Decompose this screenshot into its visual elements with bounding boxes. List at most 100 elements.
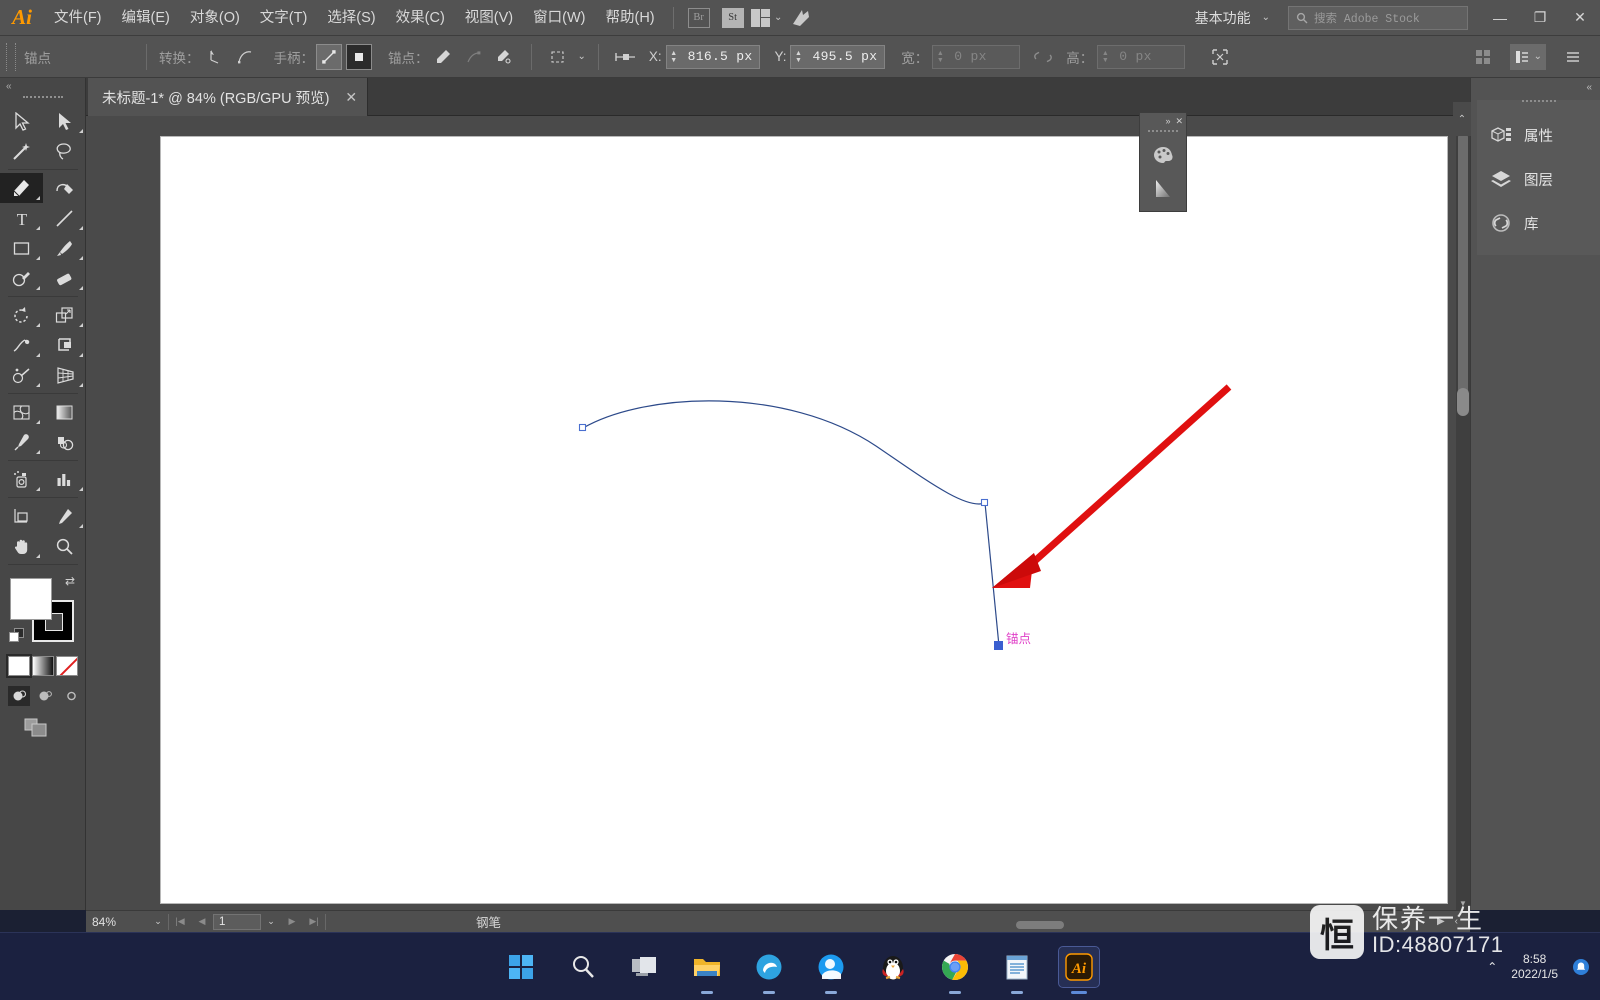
tray-clock[interactable]: 8:58 2022/1/5 — [1511, 952, 1558, 982]
menu-edit[interactable]: 编辑(E) — [112, 0, 180, 36]
canvas-horizontal-scrollbar[interactable] — [1016, 921, 1064, 929]
scale-tool[interactable] — [43, 300, 86, 330]
tools-expand-icon[interactable]: « — [6, 81, 12, 92]
close-icon[interactable]: ✕ — [345, 89, 357, 106]
bridge-button[interactable]: Br — [685, 6, 713, 30]
paintbrush-tool[interactable] — [43, 233, 86, 263]
shaper-tool[interactable] — [0, 263, 43, 293]
curvature-tool[interactable] — [43, 173, 86, 203]
type-tool[interactable]: T — [0, 203, 43, 233]
blend-tool[interactable] — [43, 427, 86, 457]
align-to-pixel-button[interactable] — [613, 44, 639, 70]
convert-to-corner-button[interactable] — [202, 44, 228, 70]
zoom-tool[interactable] — [43, 531, 86, 561]
y-input[interactable]: ▲ ▼ 495.5 px — [790, 44, 886, 69]
zoom-dropdown-icon[interactable]: ⌄ — [148, 916, 168, 927]
menu-help[interactable]: 帮助(H) — [595, 0, 664, 36]
qq-button[interactable] — [873, 947, 913, 987]
arrange-documents-button[interactable]: ⌄ — [750, 6, 782, 30]
stock-search-input[interactable]: 搜索 Adobe Stock — [1288, 5, 1468, 30]
file-explorer-button[interactable] — [687, 947, 727, 994]
panel-layers[interactable]: 图层 — [1477, 157, 1600, 201]
artboard-dropdown-icon[interactable]: ⌄ — [261, 916, 281, 927]
show-handles-button[interactable] — [316, 43, 342, 70]
perspective-grid-tool[interactable] — [43, 360, 86, 390]
tools-panel-header[interactable]: « — [0, 78, 85, 94]
notepad-button[interactable] — [997, 947, 1037, 994]
panel-expand-button[interactable]: ⌃ — [1453, 102, 1471, 136]
spinner-icon[interactable]: ▲ ▼ — [667, 50, 681, 64]
mesh-tool[interactable] — [0, 397, 43, 427]
chevron-down-icon[interactable]: ⌄ — [578, 51, 586, 62]
status-overflow-icon[interactable]: ‹ — [1455, 916, 1458, 927]
scroll-down-icon[interactable]: ▼ — [1456, 896, 1470, 910]
gradient-tool[interactable] — [43, 397, 86, 427]
remove-anchor-button[interactable] — [431, 44, 457, 70]
full-screen-menubar-mode-button[interactable] — [34, 686, 56, 706]
arrange-button[interactable]: ⌄ — [1509, 43, 1546, 70]
current-tool-label[interactable]: 钢笔 — [476, 912, 501, 931]
column-graph-tool[interactable] — [43, 464, 86, 494]
control-bar-grip[interactable] — [6, 42, 16, 71]
color-panel-button[interactable] — [1140, 138, 1186, 172]
x-input[interactable]: ▲ ▼ 816.5 px — [665, 44, 761, 69]
scroll-thumb[interactable] — [1458, 132, 1468, 412]
last-artboard-button[interactable]: ▶| — [303, 916, 325, 927]
width-tool[interactable] — [0, 330, 43, 360]
menu-file[interactable]: 文件(F) — [44, 0, 112, 36]
connect-anchor-button[interactable] — [461, 44, 487, 70]
eyedropper-tool[interactable] — [0, 427, 43, 457]
rectangle-tool[interactable] — [0, 233, 43, 263]
canvas-area[interactable]: 锚点 ▲ ▼ — [86, 116, 1470, 910]
window-close-button[interactable]: ✕ — [1560, 0, 1600, 36]
status-play-icon[interactable]: ▶ — [1437, 916, 1445, 927]
panel-menu-button[interactable] — [1560, 44, 1586, 70]
tray-expand-icon[interactable]: ⌃ — [1487, 960, 1497, 974]
cut-path-button[interactable] — [491, 44, 517, 70]
scroll-marker[interactable] — [1457, 388, 1469, 416]
grid-button[interactable] — [1470, 44, 1496, 70]
task-view-button[interactable] — [625, 947, 665, 987]
mini-panel-grip[interactable] — [1148, 130, 1178, 135]
full-screen-mode-button[interactable] — [60, 686, 82, 706]
selection-tool[interactable] — [0, 106, 43, 136]
slice-tool[interactable] — [43, 501, 86, 531]
window-restore-button[interactable]: ❐ — [1520, 0, 1560, 36]
direct-selection-tool[interactable] — [43, 106, 86, 136]
rotate-tool[interactable] — [0, 300, 43, 330]
window-minimize-button[interactable]: — — [1480, 0, 1520, 36]
artboard-tool[interactable] — [0, 501, 43, 531]
mini-panel-collapse-icon[interactable]: » — [1165, 116, 1170, 126]
next-artboard-button[interactable]: ▶ — [281, 916, 303, 927]
mini-panel-close-icon[interactable]: ✕ — [1175, 116, 1183, 127]
artboard[interactable] — [160, 136, 1448, 904]
none-mode-button[interactable] — [56, 656, 78, 676]
start-button[interactable] — [501, 947, 541, 987]
workspace-switcher[interactable]: 基本功能 ⌄ — [1185, 8, 1280, 28]
magic-wand-tool[interactable] — [0, 136, 43, 166]
stock-button[interactable]: St — [719, 6, 747, 30]
color-mode-button[interactable] — [6, 654, 32, 678]
menu-effect[interactable]: 效果(C) — [386, 0, 455, 36]
hide-handles-button[interactable] — [346, 43, 372, 70]
gradient-panel-button[interactable] — [1140, 172, 1186, 206]
free-transform-tool[interactable] — [43, 330, 86, 360]
canvas-vertical-scrollbar[interactable]: ▲ ▼ — [1456, 116, 1470, 910]
line-segment-tool[interactable] — [43, 203, 86, 233]
menu-window[interactable]: 窗口(W) — [523, 0, 595, 36]
zoom-level-input[interactable]: 84% — [86, 915, 148, 929]
menu-view[interactable]: 视图(V) — [455, 0, 523, 36]
fill-swatch[interactable] — [10, 578, 52, 620]
right-dock-collapse-icon[interactable]: « — [1586, 82, 1592, 93]
first-artboard-button[interactable]: |◀ — [169, 916, 191, 927]
symbol-sprayer-tool[interactable] — [0, 464, 43, 494]
right-dock-grip[interactable] — [1522, 100, 1556, 107]
convert-to-smooth-button[interactable] — [232, 44, 258, 70]
gradient-mode-button[interactable] — [32, 656, 54, 676]
lasso-tool[interactable] — [43, 136, 86, 166]
search-button[interactable] — [563, 947, 603, 987]
eraser-tool[interactable] — [43, 263, 86, 293]
menu-object[interactable]: 对象(O) — [180, 0, 250, 36]
default-fill-stroke-icon[interactable] — [9, 628, 25, 644]
tools-panel-grip[interactable] — [22, 96, 63, 102]
